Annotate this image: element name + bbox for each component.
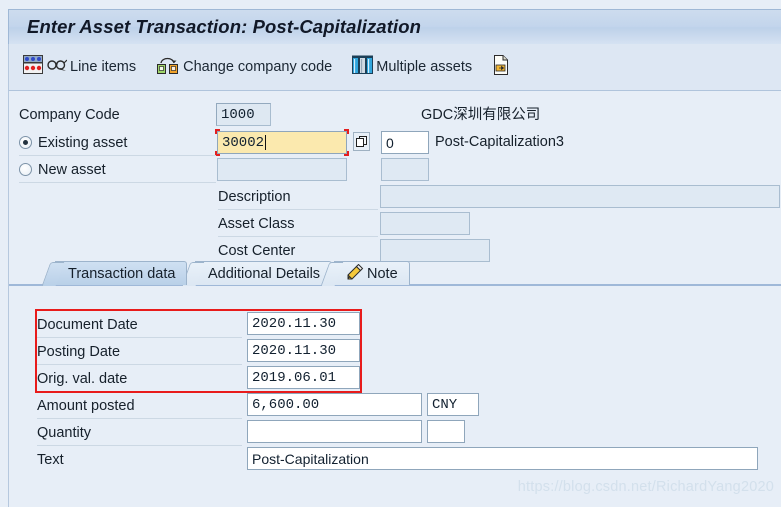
new-asset-subnumber-input[interactable]	[381, 158, 429, 181]
asset-class-input[interactable]	[380, 212, 470, 235]
company-code-input[interactable]: 1000	[216, 103, 271, 126]
divider-existing-asset	[19, 155, 216, 156]
document-export-button[interactable]	[492, 52, 519, 82]
cost-center-input[interactable]	[380, 239, 490, 262]
main-content: Company Code 1000 GDC深圳有限公司 Existing ass…	[8, 91, 781, 507]
change-company-code-label: Change company code	[183, 59, 333, 75]
document-date-label: Document Date	[37, 316, 138, 333]
glasses-icon	[47, 57, 68, 78]
posting-date-input[interactable]: 2020.11.30	[247, 339, 360, 362]
cost-center-row: Cost Center	[218, 237, 295, 264]
copy-pages-icon	[356, 136, 367, 147]
document-date-input[interactable]: 2020.11.30	[247, 312, 360, 335]
line-items-label: Line items	[70, 59, 137, 75]
focus-corner-tl	[215, 129, 220, 134]
orig-val-date-row: Orig. val. date	[37, 365, 127, 392]
asset-class-label: Asset Class	[218, 215, 295, 232]
divider-quantity	[37, 445, 242, 446]
amount-posted-input[interactable]: 6,600.00	[247, 393, 422, 416]
amount-posted-label: Amount posted	[37, 397, 135, 414]
amount-posted-row: Amount posted	[37, 392, 135, 419]
company-name-text: GDC深圳有限公司	[421, 107, 541, 123]
asset-class-row: Asset Class	[218, 210, 295, 237]
cost-center-label: Cost Center	[218, 242, 296, 259]
new-asset-input[interactable]	[217, 158, 347, 181]
multiple-assets-button[interactable]: Multiple assets	[352, 52, 478, 82]
quantity-input[interactable]	[247, 420, 422, 443]
orig-val-date-label: Orig. val. date	[37, 370, 128, 387]
existing-asset-description-text: Post-Capitalization3	[435, 134, 564, 150]
tab-strip: Transaction data Additional Details Note	[9, 261, 781, 286]
existing-asset-radio[interactable]	[19, 136, 32, 149]
description-row: Description	[218, 183, 291, 210]
text-input[interactable]: Post-Capitalization	[247, 447, 758, 470]
tab-note[interactable]: Note	[320, 261, 410, 286]
quantity-label: Quantity	[37, 424, 91, 441]
multiple-assets-icon	[352, 55, 374, 80]
description-input[interactable]	[380, 185, 780, 208]
existing-asset-matchcode-button[interactable]	[353, 132, 370, 151]
focus-corner-br	[344, 151, 349, 156]
quantity-unit-input[interactable]	[427, 420, 465, 443]
description-label: Description	[218, 188, 291, 205]
existing-asset-input[interactable]: 30002	[215, 129, 349, 156]
change-company-code-icon	[156, 55, 180, 80]
tab-note-label: Note	[367, 265, 398, 282]
new-asset-radio-row[interactable]: New asset	[19, 156, 219, 183]
existing-asset-label: Existing asset	[38, 134, 128, 151]
divider-new-asset	[19, 182, 216, 183]
page-title: Enter Asset Transaction: Post-Capitaliza…	[27, 16, 422, 37]
document-export-icon	[492, 54, 510, 80]
orig-val-date-input[interactable]: 2019.06.01	[247, 366, 360, 389]
quantity-row: Quantity	[37, 419, 91, 446]
company-code-row: Company Code	[19, 101, 219, 128]
line-items-icon	[23, 55, 43, 79]
new-asset-radio[interactable]	[19, 163, 32, 176]
company-code-label: Company Code	[19, 106, 120, 123]
existing-asset-radio-row[interactable]: Existing asset	[19, 129, 219, 156]
focus-corner-tr	[344, 129, 349, 134]
watermark-text: https://blog.csdn.net/RichardYang2020	[517, 479, 774, 495]
posting-date-label: Posting Date	[37, 343, 121, 360]
text-label: Text	[37, 451, 64, 468]
change-company-code-button[interactable]: Change company code	[156, 52, 338, 82]
existing-asset-value: 30002	[222, 134, 265, 151]
text-row: Text	[37, 446, 64, 473]
tab-additional-details-label: Additional Details	[208, 265, 321, 282]
application-toolbar: Line items Change company code Multiple …	[8, 44, 781, 91]
document-date-row: Document Date	[37, 311, 138, 338]
multiple-assets-label: Multiple assets	[376, 59, 473, 75]
tab-transaction-data[interactable]: Transaction data	[41, 261, 188, 286]
currency-input[interactable]: CNY	[427, 393, 479, 416]
existing-asset-subnumber-input[interactable]: 0	[381, 131, 429, 154]
posting-date-row: Posting Date	[37, 338, 120, 365]
line-items-button[interactable]: Line items	[23, 52, 142, 82]
transaction-data-panel: Document Date 2020.11.30 Posting Date 20…	[9, 284, 781, 507]
sap-transaction-window: Enter Asset Transaction: Post-Capitaliza…	[0, 0, 781, 507]
text-caret	[265, 135, 267, 150]
tab-skew-edge	[41, 262, 65, 286]
tab-additional-details[interactable]: Additional Details	[181, 261, 333, 286]
note-pencil-icon	[347, 263, 364, 284]
tab-transaction-data-label: Transaction data	[68, 265, 176, 282]
new-asset-label: New asset	[38, 161, 106, 178]
window-title-bar: Enter Asset Transaction: Post-Capitaliza…	[8, 9, 781, 44]
